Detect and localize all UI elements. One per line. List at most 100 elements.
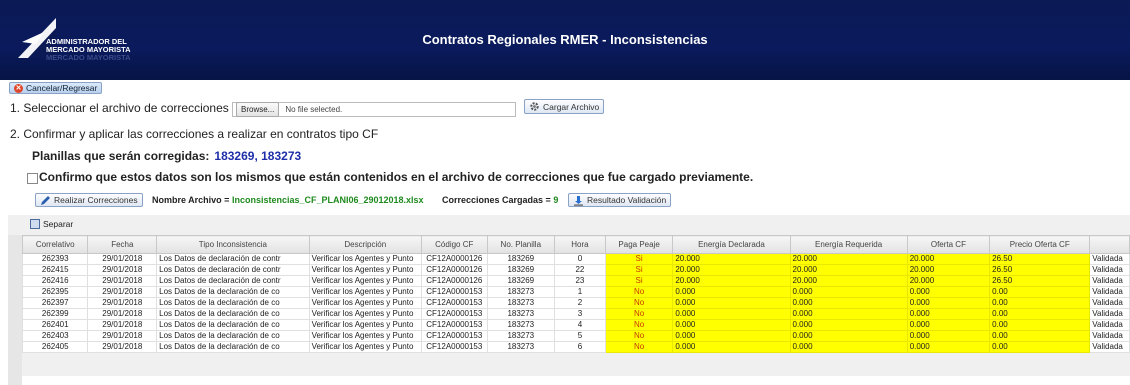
table-cell: CF12A0000153	[421, 297, 488, 309]
table-cell: 20.000	[906, 275, 991, 287]
column-header[interactable]: Energía Declarada	[672, 235, 791, 254]
table-cell: Validada	[1089, 308, 1130, 320]
table-cell: 0.000	[672, 308, 791, 320]
table-row[interactable]: 262415 29/01/2018 Los Datos de declaración…	[21, 264, 1130, 276]
table-row[interactable]: 262399 29/01/2018 Los Datos de la declarac…	[21, 308, 1130, 320]
table-cell: 0.000	[906, 308, 991, 320]
table-cell: 20.000	[789, 253, 908, 265]
cancel-button-label: Cancelar/Regresar	[26, 83, 98, 93]
table-cell: 262405	[21, 341, 89, 353]
grid-row-gutter	[8, 235, 22, 385]
column-header[interactable]: Paga Peaje	[604, 235, 674, 254]
planillas-value: 183269, 183273	[214, 149, 302, 163]
column-header[interactable]: Oferta CF	[906, 235, 991, 254]
column-header[interactable]: Precio Oferta CF	[989, 235, 1091, 254]
table-cell: 29/01/2018	[87, 308, 158, 320]
planillas-label: Planillas que serán corregidas:	[32, 149, 210, 163]
table-cell: Si	[604, 264, 674, 276]
table-cell: No	[604, 341, 674, 353]
table-cell: Los Datos de la declaración de co	[156, 330, 310, 342]
column-header[interactable]: Correlativo	[21, 235, 89, 254]
grid-empty-area	[22, 376, 1130, 385]
table-cell: 262399	[21, 308, 89, 320]
file-status: No file selected.	[285, 105, 343, 114]
table-cell: No	[604, 308, 674, 320]
split-icon	[30, 219, 40, 229]
gear-icon	[530, 102, 539, 111]
table-row[interactable]: 262397 29/01/2018 Los Datos de la declarac…	[21, 297, 1130, 309]
table-row[interactable]: 262401 29/01/2018 Los Datos de la declarac…	[21, 319, 1130, 331]
table-cell: Si	[604, 253, 674, 265]
step1-label: 1. Seleccionar el archivo de correccione…	[10, 101, 229, 115]
table-cell: 262395	[21, 286, 89, 298]
load-file-button[interactable]: Cargar Archivo	[524, 99, 605, 114]
table-cell: 29/01/2018	[87, 253, 158, 265]
column-header[interactable]: Código CF	[421, 235, 488, 254]
table-cell: 262401	[21, 319, 89, 331]
table-cell: 183269	[486, 264, 556, 276]
split-button-label: Separar	[43, 219, 74, 229]
column-header[interactable]: Descripción	[308, 235, 423, 254]
table-cell: CF12A0000153	[421, 341, 488, 353]
apply-corrections-button[interactable]: Realizar Correcciones	[35, 193, 143, 207]
table-cell: 20.000	[789, 264, 908, 276]
table-cell: 0.000	[906, 286, 991, 298]
table-cell: 183273	[486, 330, 556, 342]
step2-label: 2. Confirmar y aplicar las correcciones …	[10, 127, 379, 141]
table-cell: 0.000	[789, 286, 908, 298]
validation-result-button[interactable]: Resultado Validación	[568, 193, 672, 207]
confirm-text: Confirmo que estos datos son los mismos …	[39, 170, 754, 184]
confirm-checkbox[interactable]	[27, 173, 38, 184]
table-cell: 1	[554, 286, 606, 298]
table-row[interactable]: 262416 29/01/2018 Los Datos de declaración…	[21, 275, 1130, 287]
table-row[interactable]: 262393 29/01/2018 Los Datos de declaración…	[21, 253, 1130, 265]
table-cell: 26.50	[989, 264, 1091, 276]
file-input[interactable]: Browse... No file selected.	[232, 102, 516, 117]
table-cell: Verificar los Agentes y Punto	[308, 341, 423, 353]
table-row[interactable]: 262403 29/01/2018 Los Datos de la declarac…	[21, 330, 1130, 342]
table-cell: 5	[554, 330, 606, 342]
table-cell: No	[604, 330, 674, 342]
column-header[interactable]: Energía Requerida	[789, 235, 908, 254]
table-cell: 0.00	[989, 319, 1091, 331]
table-cell: 262397	[21, 297, 89, 309]
grid-toolbar: Separar	[8, 215, 1130, 235]
table-cell: Verificar los Agentes y Punto	[308, 330, 423, 342]
split-button[interactable]: Separar	[30, 219, 73, 229]
table-cell: 6	[554, 341, 606, 353]
logo-text-reflection: MERCADO MAYORISTA	[46, 53, 131, 62]
table-cell: 0.000	[672, 330, 791, 342]
table-cell: Validada	[1089, 341, 1130, 353]
column-header[interactable]: No. Planilla	[486, 235, 556, 254]
column-header[interactable]: Tipo Inconsistencia	[156, 235, 310, 254]
load-file-label: Cargar Archivo	[543, 101, 600, 112]
table-cell: 262393	[21, 253, 89, 265]
table-header-row: Correlativo Fecha Tipo Inconsistencia Descr…	[21, 235, 1130, 254]
table-cell: Validada	[1089, 330, 1130, 342]
column-header[interactable]: Hora	[554, 235, 606, 254]
table-cell: No	[604, 319, 674, 331]
table-cell: 29/01/2018	[87, 330, 158, 342]
cancel-button[interactable]: ✕ Cancelar/Regresar	[9, 82, 103, 94]
table-cell: Los Datos de la declaración de co	[156, 297, 310, 309]
table-cell: Validada	[1089, 297, 1130, 309]
column-header[interactable]: Fecha	[87, 235, 158, 254]
browse-button[interactable]: Browse...	[236, 102, 280, 117]
table-cell: 183273	[486, 319, 556, 331]
table-cell: Los Datos de declaración de contr	[156, 275, 310, 287]
table-row[interactable]: 262395 29/01/2018 Los Datos de la declarac…	[21, 286, 1130, 298]
table-cell: 0.000	[672, 297, 791, 309]
table-cell: 26.50	[989, 253, 1091, 265]
column-header[interactable]	[1089, 235, 1130, 254]
table-row[interactable]: 262405 29/01/2018 Los Datos de la declarac…	[21, 341, 1130, 353]
table-cell: 20.000	[906, 264, 991, 276]
table-cell: Validada	[1089, 319, 1130, 331]
table-cell: CF12A0000153	[421, 330, 488, 342]
table-cell: 29/01/2018	[87, 297, 158, 309]
table-cell: Validada	[1089, 286, 1130, 298]
table-cell: 262415	[21, 264, 89, 276]
table-cell: 0.000	[906, 341, 991, 353]
table-cell: 0.000	[672, 286, 791, 298]
table-cell: 0.00	[989, 308, 1091, 320]
apply-corrections-label: Realizar Correcciones	[54, 195, 138, 205]
